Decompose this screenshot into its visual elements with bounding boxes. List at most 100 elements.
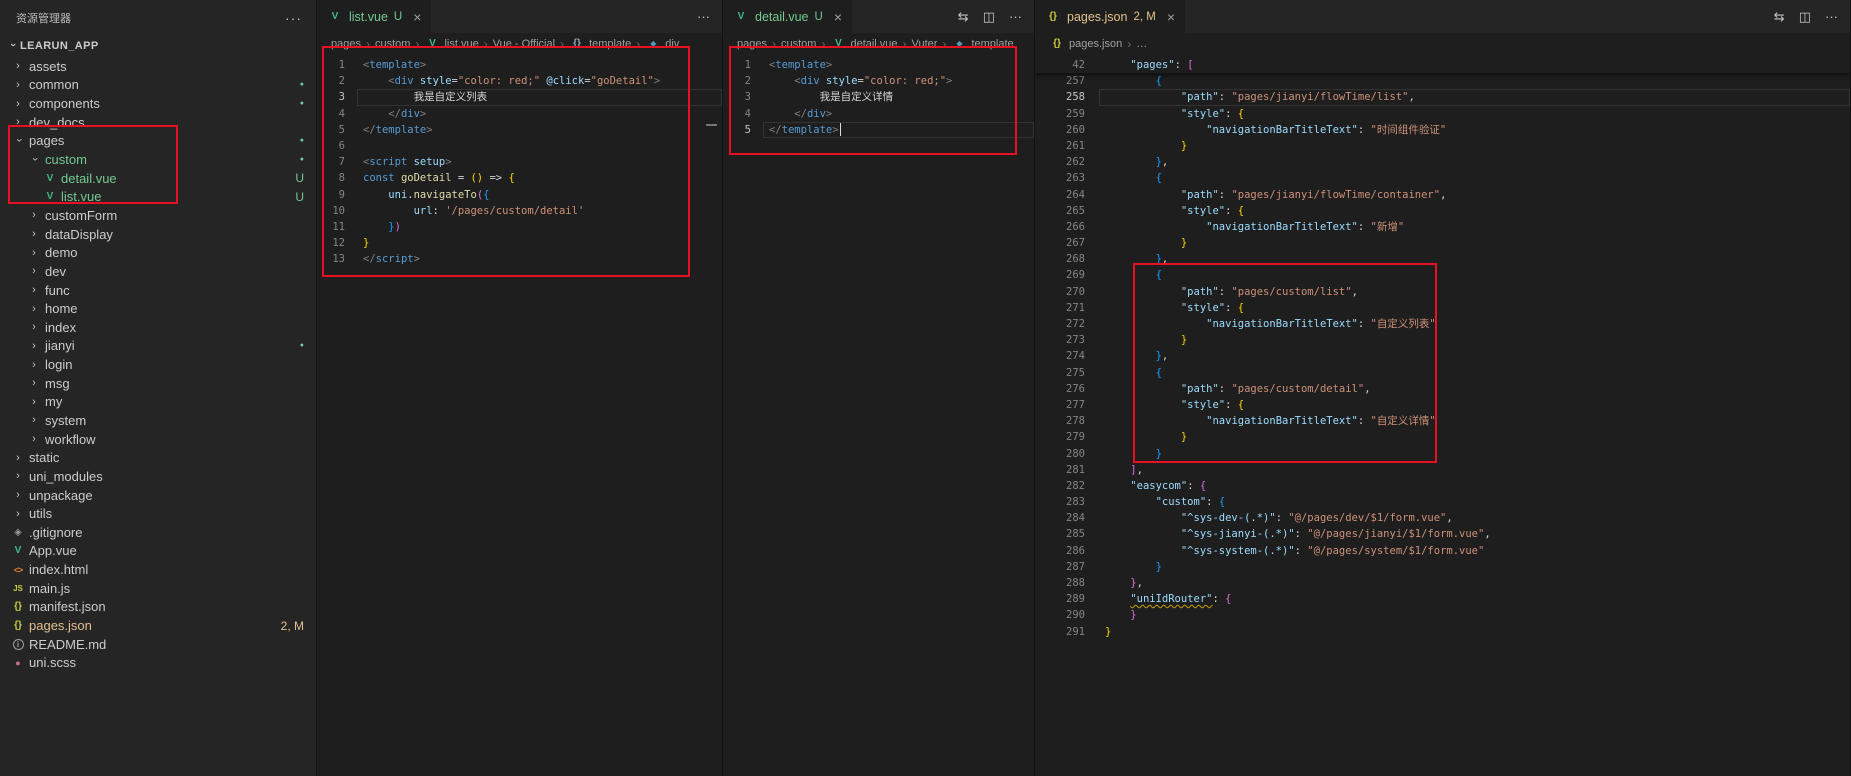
code-line[interactable]: 263 { [1035,170,1850,186]
line-number[interactable]: 281 [1035,462,1099,478]
line-number[interactable]: 272 [1035,316,1099,332]
tree-folder-system[interactable]: ›system [0,411,316,430]
tree-folder-customForm[interactable]: ›customForm [0,206,316,225]
code-line[interactable]: 7<script setup> [317,154,722,170]
code-line[interactable]: 264 "path": "pages/jianyi/flowTime/conta… [1035,187,1850,203]
code-line[interactable]: 282 "easycom": { [1035,478,1850,494]
line-number[interactable]: 265 [1035,203,1099,219]
tree-file-detail.vue[interactable]: Vdetail.vueU [0,169,316,188]
code-line[interactable]: 265 "style": { [1035,203,1850,219]
code-line[interactable]: 274 }, [1035,348,1850,364]
tree-folder-dev[interactable]: ›dev [0,262,316,281]
breadcrumb-item-pages[interactable]: pages [331,38,361,50]
code-line[interactable]: 4 </div> [723,106,1034,122]
tree-folder-static[interactable]: ›static [0,448,316,467]
compare-changes-icon[interactable]: ⇆ [958,9,969,25]
line-number[interactable]: 264 [1035,187,1099,203]
close-icon[interactable]: × [413,9,421,25]
code-line[interactable]: 11 }) [317,219,722,235]
line-number[interactable]: 278 [1035,413,1099,429]
line-number[interactable]: 284 [1035,510,1099,526]
code-line[interactable]: 258 "path": "pages/jianyi/flowTime/list"… [1035,89,1850,105]
code-line[interactable]: 269 { [1035,267,1850,283]
tree-folder-custom[interactable]: ›custom● [0,150,316,169]
line-number[interactable]: 286 [1035,543,1099,559]
line-number[interactable]: 5 [723,122,763,138]
tree-folder-msg[interactable]: ›msg [0,374,316,393]
code-line[interactable]: 280 } [1035,446,1850,462]
tree-folder-login[interactable]: ›login [0,355,316,374]
breadcrumb-item-list.vue[interactable]: Vlist.vue [424,38,478,50]
code-line[interactable]: 12} [317,235,722,251]
compare-changes-icon[interactable]: ⇆ [1774,9,1785,25]
tree-folder-index[interactable]: ›index [0,318,316,337]
tab-list.vue[interactable]: Vlist.vueU× [317,0,432,33]
tree-file-manifest.json[interactable]: {}manifest.json [0,598,316,617]
tree-file-App.vue[interactable]: VApp.vue [0,542,316,561]
code-line[interactable]: 259 "style": { [1035,106,1850,122]
line-number[interactable]: 1 [723,57,763,73]
code-line[interactable]: 279 } [1035,429,1850,445]
code-line[interactable]: 266 "navigationBarTitleText": "新增" [1035,219,1850,235]
code-line[interactable]: 283 "custom": { [1035,494,1850,510]
line-number[interactable]: 10 [317,203,357,219]
line-number[interactable]: 275 [1035,365,1099,381]
code-line[interactable]: 2 <div style="color: red;"> [723,73,1034,89]
line-number[interactable]: 12 [317,235,357,251]
code-line[interactable]: 290 } [1035,607,1850,623]
tab-detail.vue[interactable]: Vdetail.vueU× [723,0,853,33]
code-line[interactable]: 271 "style": { [1035,300,1850,316]
tree-folder-unpackage[interactable]: ›unpackage [0,486,316,505]
more-actions-icon[interactable]: ··· [1825,9,1838,24]
code-line[interactable]: 267 } [1035,235,1850,251]
project-root-row[interactable]: › LEARUN_APP [0,35,316,57]
code-line[interactable]: 278 "navigationBarTitleText": "自定义详情" [1035,413,1850,429]
tree-folder-func[interactable]: ›func [0,281,316,300]
tree-folder-common[interactable]: ›common● [0,76,316,95]
code-line[interactable]: 10 url: '/pages/custom/detail' [317,203,722,219]
tree-folder-my[interactable]: ›my [0,393,316,412]
tree-file-index.html[interactable]: <>index.html [0,560,316,579]
tree-folder-components[interactable]: ›components● [0,94,316,113]
tree-file-.gitignore[interactable]: ◈.gitignore [0,523,316,542]
line-number[interactable]: 6 [317,138,357,154]
code-line[interactable]: 260 "navigationBarTitleText": "时间组件验证" [1035,122,1850,138]
more-actions-icon[interactable]: ··· [1009,9,1022,24]
split-editor-icon[interactable]: ◫ [983,9,995,25]
code-line[interactable]: 13</script> [317,251,722,267]
code-line[interactable]: 8const goDetail = () => { [317,170,722,186]
line-number[interactable]: 276 [1035,381,1099,397]
code-line[interactable]: 3 我是自定义详情 [723,89,1034,105]
code-line[interactable]: 268 }, [1035,251,1850,267]
line-number[interactable]: 262 [1035,154,1099,170]
line-number[interactable]: 271 [1035,300,1099,316]
line-number[interactable]: 285 [1035,526,1099,542]
line-number[interactable]: 283 [1035,494,1099,510]
line-number[interactable]: 259 [1035,106,1099,122]
tree-folder-pages[interactable]: ›pages● [0,132,316,151]
tree-folder-dataDisplay[interactable]: ›dataDisplay [0,225,316,244]
code-line[interactable]: 276 "path": "pages/custom/detail", [1035,381,1850,397]
line-number[interactable]: 274 [1035,348,1099,364]
line-number[interactable]: 289 [1035,591,1099,607]
code-line[interactable]: 6 [317,138,722,154]
split-editor-icon[interactable]: ◫ [1799,9,1811,25]
line-number[interactable]: 263 [1035,170,1099,186]
line-number[interactable]: 268 [1035,251,1099,267]
line-number[interactable]: 279 [1035,429,1099,445]
code-editor[interactable]: 1<template>2 <div style="color: red;">3 … [723,54,1034,776]
tree-folder-utils[interactable]: ›utils [0,504,316,523]
line-number[interactable]: 273 [1035,332,1099,348]
breadcrumb-item-pages[interactable]: pages [737,38,767,50]
line-number[interactable]: 2 [317,73,357,89]
line-number[interactable]: 260 [1035,122,1099,138]
code-line[interactable]: 257 { [1035,73,1850,89]
code-line[interactable]: 261 } [1035,138,1850,154]
line-number[interactable]: 290 [1035,607,1099,623]
code-line[interactable]: 5</template> [723,122,1034,138]
line-number[interactable]: 7 [317,154,357,170]
line-number[interactable]: 13 [317,251,357,267]
tree-folder-jianyi[interactable]: ›jianyi● [0,337,316,356]
breadcrumb-item-detail.vue[interactable]: Vdetail.vue [830,38,897,50]
tree-file-pages.json[interactable]: {}pages.json2, M [0,616,316,635]
